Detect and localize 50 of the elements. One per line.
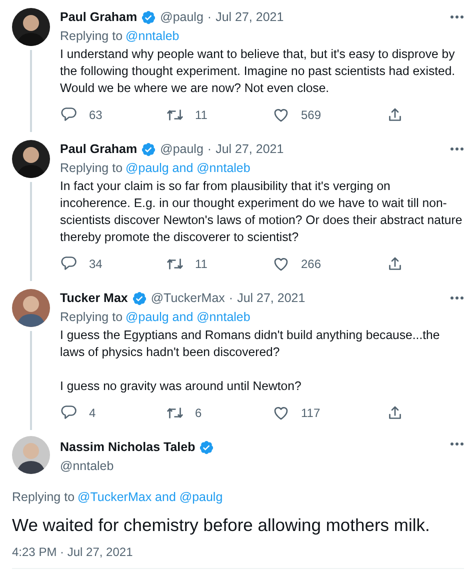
heart-icon[interactable]	[272, 404, 290, 422]
author-handle[interactable]: @TuckerMax	[150, 288, 225, 308]
replying-to-label: Replying to	[60, 309, 123, 326]
tweet-date[interactable]: Jul 27, 2021	[237, 288, 306, 308]
tweet-date[interactable]: Jul 27, 2021	[216, 8, 284, 26]
like-count: 117	[301, 405, 320, 422]
reply-count: 34	[89, 256, 102, 273]
retweet-count: 6	[195, 405, 202, 422]
tweet-timestamp[interactable]: 4:23 PM · Jul 27, 2021	[12, 544, 464, 568]
reply-icon[interactable]	[60, 404, 78, 422]
more-options-icon[interactable]	[450, 15, 464, 19]
author-name[interactable]: Nassim Nicholas Taleb	[60, 438, 196, 457]
share-icon[interactable]	[386, 404, 404, 422]
more-options-icon[interactable]	[450, 296, 464, 300]
heart-icon[interactable]	[272, 106, 290, 124]
replying-to-label: Replying to	[60, 28, 123, 45]
retweet-count: 11	[195, 256, 208, 273]
author-name[interactable]: Paul Graham	[60, 140, 138, 158]
more-options-icon[interactable]	[450, 442, 464, 446]
author-name[interactable]: Paul Graham	[60, 8, 138, 26]
tweet-text: I guess the Egyptians and Romans didn't build anything because...the laws of physics hadn't been discovered?	[60, 327, 441, 361]
like-count: 569	[301, 107, 322, 124]
share-icon[interactable]	[386, 106, 404, 124]
more-options-icon[interactable]	[450, 147, 464, 151]
like-count: 266	[301, 256, 322, 273]
avatar-icon[interactable]	[12, 140, 50, 178]
replying-to-label: Replying to	[60, 160, 123, 177]
avatar-icon[interactable]	[12, 8, 50, 46]
heart-icon[interactable]	[272, 255, 290, 273]
reply-count: 4	[89, 405, 96, 422]
tweet-text: In fact your claim is so far from plausibility that it's verging on incoherence. E.g. in our thought experiment do we have to wait till non-scientists discover Newton's laws of motion? Or does their abstract nature thereby promote the discoverer to scientist?	[60, 178, 464, 246]
share-icon[interactable]	[386, 255, 404, 273]
reply-icon[interactable]	[60, 106, 78, 124]
reply-icon[interactable]	[60, 255, 78, 273]
separator-dot: ·	[228, 290, 234, 307]
tweet-date[interactable]: Jul 27, 2021	[216, 140, 284, 158]
author-name[interactable]: Tucker Max	[60, 288, 128, 308]
tweet-text: We waited for chemistry before allowing mothers milk.	[12, 514, 431, 536]
author-handle[interactable]: @nntaleb	[60, 456, 214, 476]
separator-dot: ·	[207, 140, 212, 158]
tweet-text: I guess no gravity was around until Newton?	[60, 378, 302, 395]
tweet-text: I understand why people want to believe that, but it's easy to disprove by the following thought experiment. Imagine no past scientists had existed. Would we be where we are now? Not even close.	[60, 46, 456, 97]
separator-dot: ·	[207, 8, 212, 26]
avatar-icon[interactable]	[12, 289, 50, 327]
reply-count: 63	[89, 107, 102, 124]
avatar-icon[interactable]	[12, 436, 50, 474]
author-handle[interactable]: @paulg	[160, 8, 204, 26]
replying-to-label: Replying to	[12, 488, 75, 506]
retweet-count: 11	[195, 107, 208, 124]
author-handle[interactable]: @paulg	[160, 140, 204, 158]
